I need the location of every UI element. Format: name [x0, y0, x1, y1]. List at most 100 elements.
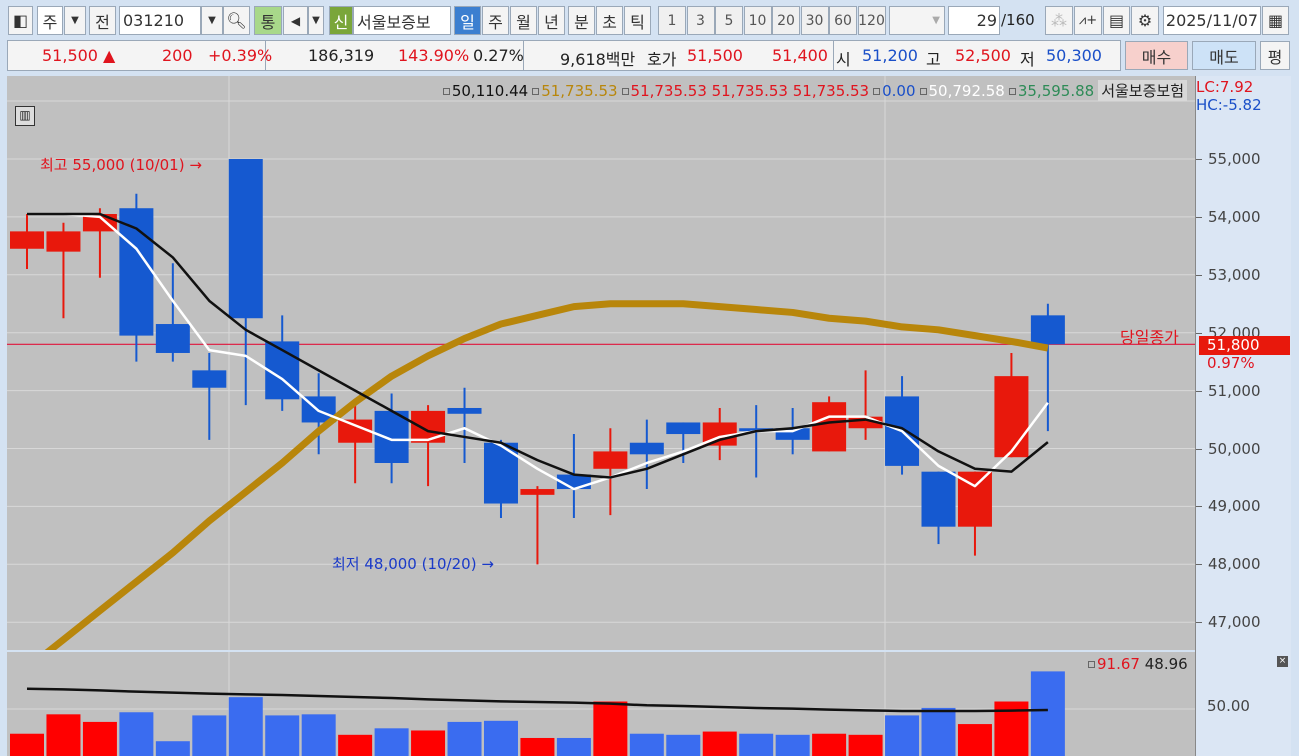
gear-icon[interactable]: ⚙: [1131, 6, 1159, 35]
stock-name-field[interactable]: 서울보증보: [353, 6, 451, 35]
candle: [848, 370, 883, 440]
interval-button-60[interactable]: 60: [829, 6, 857, 35]
candle-settings-icon[interactable]: ⁂: [1045, 6, 1073, 35]
axis-tick-mark: [1196, 506, 1202, 508]
volume-bar: [957, 724, 992, 756]
close-icon[interactable]: ×: [1277, 656, 1288, 667]
volume-axis-tick: 50.00: [1207, 697, 1250, 715]
save-icon[interactable]: ▤: [1103, 6, 1130, 35]
period-tab-2[interactable]: 월: [510, 6, 537, 35]
volume-bar: [921, 707, 956, 756]
legend-value: 0.00: [882, 81, 916, 100]
high-annotation-text: 최고 55,000 (10/01): [40, 156, 185, 174]
period-type-select[interactable]: 주: [37, 6, 63, 35]
chevron-down-icon[interactable]: ▼: [308, 6, 324, 35]
candle-body: [812, 402, 847, 452]
buy-button[interactable]: 매수: [1125, 41, 1188, 70]
axis-tick: 47,000: [1208, 613, 1261, 632]
legend-item: 51,735.53 51,735.53 51,735.53: [621, 81, 870, 100]
candle: [265, 315, 300, 411]
interval-button-20[interactable]: 20: [772, 6, 800, 35]
price-axis: 55,000 54,000 53,000 52,000 51,000 50,000 49,0…: [1195, 76, 1291, 756]
period-tab-0[interactable]: 일: [454, 6, 481, 35]
trade-amount: 9,618백만: [560, 50, 636, 69]
candle-body: [520, 489, 555, 495]
axis-tick: 50,000: [1208, 439, 1261, 458]
legend-stock-name: 서울보증보험: [1098, 80, 1187, 101]
date-input[interactable]: 2025/11/07: [1163, 6, 1261, 35]
period-tab-1[interactable]: 주: [482, 6, 509, 35]
high-label: 고: [926, 50, 941, 69]
interval-button-30[interactable]: 30: [800, 6, 829, 35]
axis-tick-mark: [1196, 274, 1202, 276]
candle: [155, 263, 190, 362]
panel-layout-icon[interactable]: ◧: [8, 6, 33, 35]
candle-body: [10, 231, 44, 249]
legend-item: 0.00: [873, 81, 916, 100]
arrow-right-icon: →: [481, 555, 494, 573]
candle: [10, 214, 44, 270]
volume-value: 91.67: [1097, 655, 1140, 673]
interval-button-120[interactable]: 120: [857, 6, 886, 35]
period-tab-5[interactable]: 초: [596, 6, 623, 35]
axis-tick-mark: [1196, 332, 1202, 334]
interval-button-3[interactable]: 3: [686, 6, 715, 35]
legend-item: 50,110.44: [442, 82, 528, 100]
chevron-down-icon[interactable]: ▼: [64, 6, 86, 35]
speaker-icon[interactable]: ◀︎: [283, 6, 308, 35]
volume-bar: [775, 734, 810, 756]
candle-body: [192, 370, 227, 388]
chevron-down-icon[interactable]: ▼: [201, 6, 223, 35]
volume-bar: [739, 733, 774, 756]
tong-button[interactable]: 통: [254, 6, 282, 35]
add-indicator-icon[interactable]: ⩘+: [1074, 6, 1102, 35]
current-price: 51,500: [42, 46, 98, 65]
eval-button[interactable]: 평: [1260, 41, 1290, 70]
low-price: 50,300: [1046, 46, 1102, 65]
axis-tick: 49,000: [1208, 497, 1261, 516]
candle: [119, 193, 154, 362]
stock-code-input[interactable]: 031210: [119, 6, 201, 35]
search-icon[interactable]: 🔍︎: [223, 6, 250, 35]
hc-value: HC:-5.82: [1196, 96, 1262, 114]
volume-bar: [338, 734, 373, 756]
volume-legend: 91.67 48.96: [1088, 655, 1188, 673]
interval-button-1[interactable]: 1: [658, 6, 686, 35]
volume-chart[interactable]: [7, 652, 1195, 756]
legend-value: 50,792.58: [928, 81, 1005, 100]
volume-ratio: 143.90%: [398, 46, 470, 65]
period-tab-4[interactable]: 분: [568, 6, 595, 35]
volume-bar: [666, 734, 701, 756]
candle-body: [46, 231, 81, 252]
open-label: 시: [836, 50, 851, 69]
candle-body: [593, 451, 628, 469]
legend-item: 35,595.88: [1008, 82, 1094, 100]
candle: [957, 471, 992, 556]
axis-tick-mark: [1196, 216, 1202, 218]
legend-value: 51,735.53: [541, 81, 618, 100]
period-tab-3[interactable]: 년: [538, 6, 565, 35]
legend-value: 51,735.53 51,735.53 51,735.53: [630, 81, 870, 100]
volume-bar: [155, 741, 190, 756]
candle: [411, 405, 446, 487]
candle: [739, 405, 774, 478]
table-icon[interactable]: ▥: [15, 106, 35, 126]
calendar-icon[interactable]: ▦: [1262, 6, 1289, 35]
sell-button[interactable]: 매도: [1192, 41, 1256, 70]
axis-tick: 55,000: [1208, 150, 1261, 168]
arrow-right-icon: →: [189, 156, 202, 174]
ask-price: 51,500: [687, 46, 743, 65]
open-price: 51,200: [862, 46, 918, 65]
period-tab-6[interactable]: 틱: [624, 6, 651, 35]
jeon-button[interactable]: 전: [89, 6, 116, 35]
volume-ma-value: 48.96: [1144, 655, 1188, 673]
volume-ma-line: [26, 687, 1048, 713]
count-input[interactable]: 29: [948, 6, 1000, 35]
interval-dropdown[interactable]: ▼: [889, 6, 945, 35]
legend-item: 51,735.53: [532, 81, 618, 100]
interval-button-10[interactable]: 10: [743, 6, 772, 35]
count-total: /160: [1001, 11, 1035, 29]
ma-gold-line: [44, 300, 1049, 650]
interval-button-5[interactable]: 5: [715, 6, 743, 35]
candle-body: [994, 376, 1029, 458]
